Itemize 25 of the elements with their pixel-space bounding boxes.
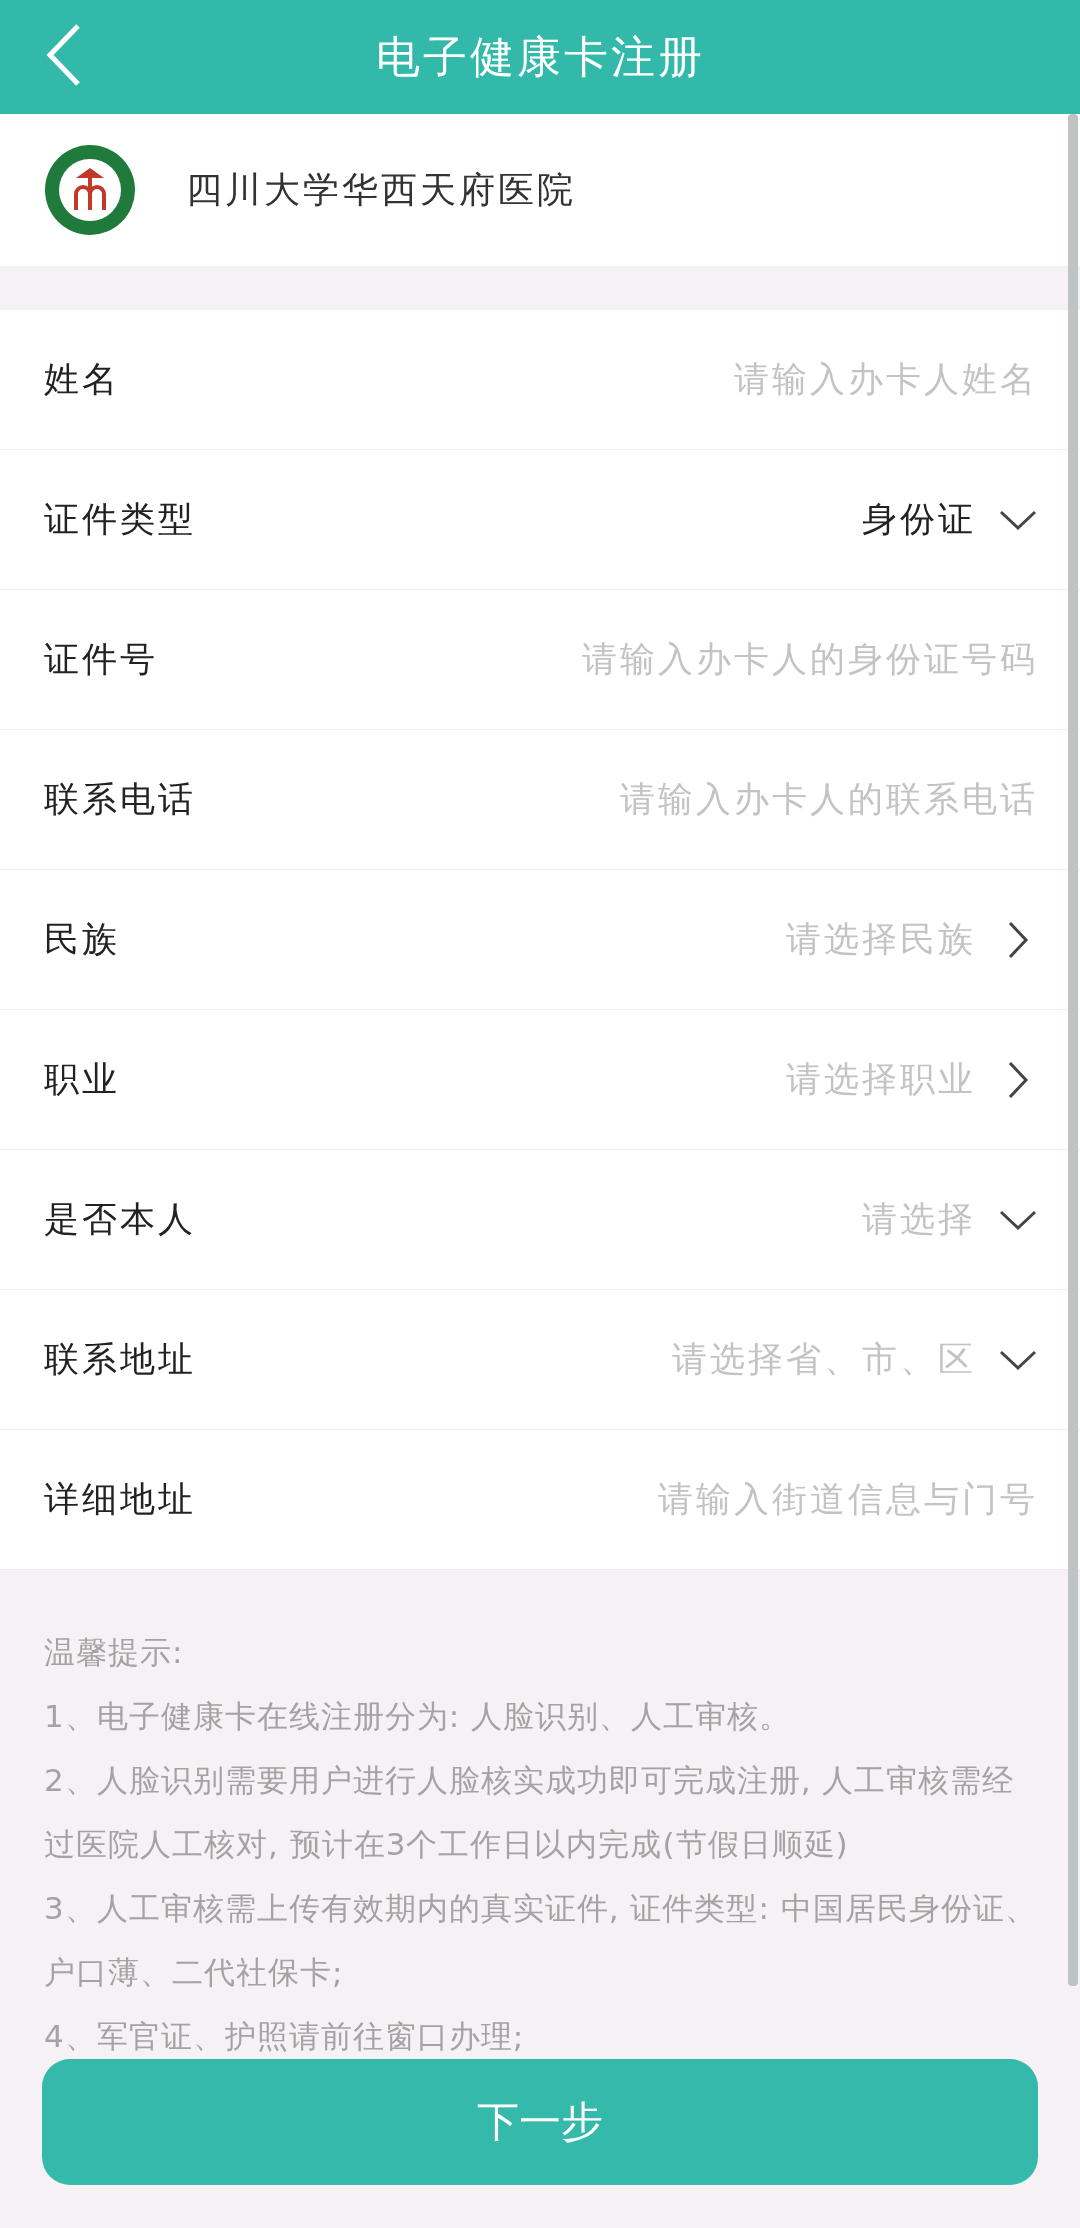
placeholder-text: 请输入街道信息与门号 bbox=[658, 1478, 1038, 1521]
field-label: 证件号 bbox=[44, 638, 158, 681]
field-label: 证件类型 bbox=[44, 498, 196, 541]
placeholder-text: 请选择 bbox=[862, 1198, 976, 1241]
tip-text: 3、人工审核需上传有效期内的真实证件, 证件类型: 中国居民身份证、户口薄、二代社保卡; bbox=[44, 1889, 1038, 1992]
window-title: 电子健康卡注册 bbox=[375, 29, 705, 84]
field-label: 是否本人 bbox=[44, 1198, 196, 1241]
tip-text: 4、军官证、护照请前往窗口办理; bbox=[44, 2017, 526, 2056]
placeholder-text: 请输入办卡人的联系电话 bbox=[620, 778, 1038, 821]
placeholder-text: 请选择省、市、区 bbox=[672, 1338, 976, 1381]
field-label: 联系电话 bbox=[44, 778, 196, 821]
field-label: 姓名 bbox=[44, 358, 120, 401]
placeholder-text: 请选择职业 bbox=[786, 1058, 976, 1101]
placeholder-text: 请输入办卡人的身份证号码 bbox=[582, 638, 1038, 681]
tip-text: 2、人脸识别需要用户进行人脸核实成功即可完成注册, 人工审核需经过医院人工核对, 预计在3个工作日以内完成(节假日顺延) bbox=[44, 1761, 1016, 1864]
field-value: 身份证 bbox=[862, 498, 976, 541]
field-label: 民族 bbox=[44, 918, 120, 961]
placeholder-text: 请选择民族 bbox=[786, 918, 976, 961]
field-label: 详细地址 bbox=[44, 1478, 196, 1521]
placeholder-text: 请输入办卡人姓名 bbox=[734, 358, 1038, 401]
field-label: 职业 bbox=[44, 1058, 120, 1101]
field-label: 联系地址 bbox=[44, 1338, 196, 1381]
tips-title: 温馨提示: bbox=[44, 1633, 185, 1672]
hospital-name: 四川大学华西天府医院 bbox=[186, 167, 576, 212]
tip-text: 1、电子健康卡在线注册分为: 人脸识别、人工审核。 bbox=[44, 1697, 793, 1736]
